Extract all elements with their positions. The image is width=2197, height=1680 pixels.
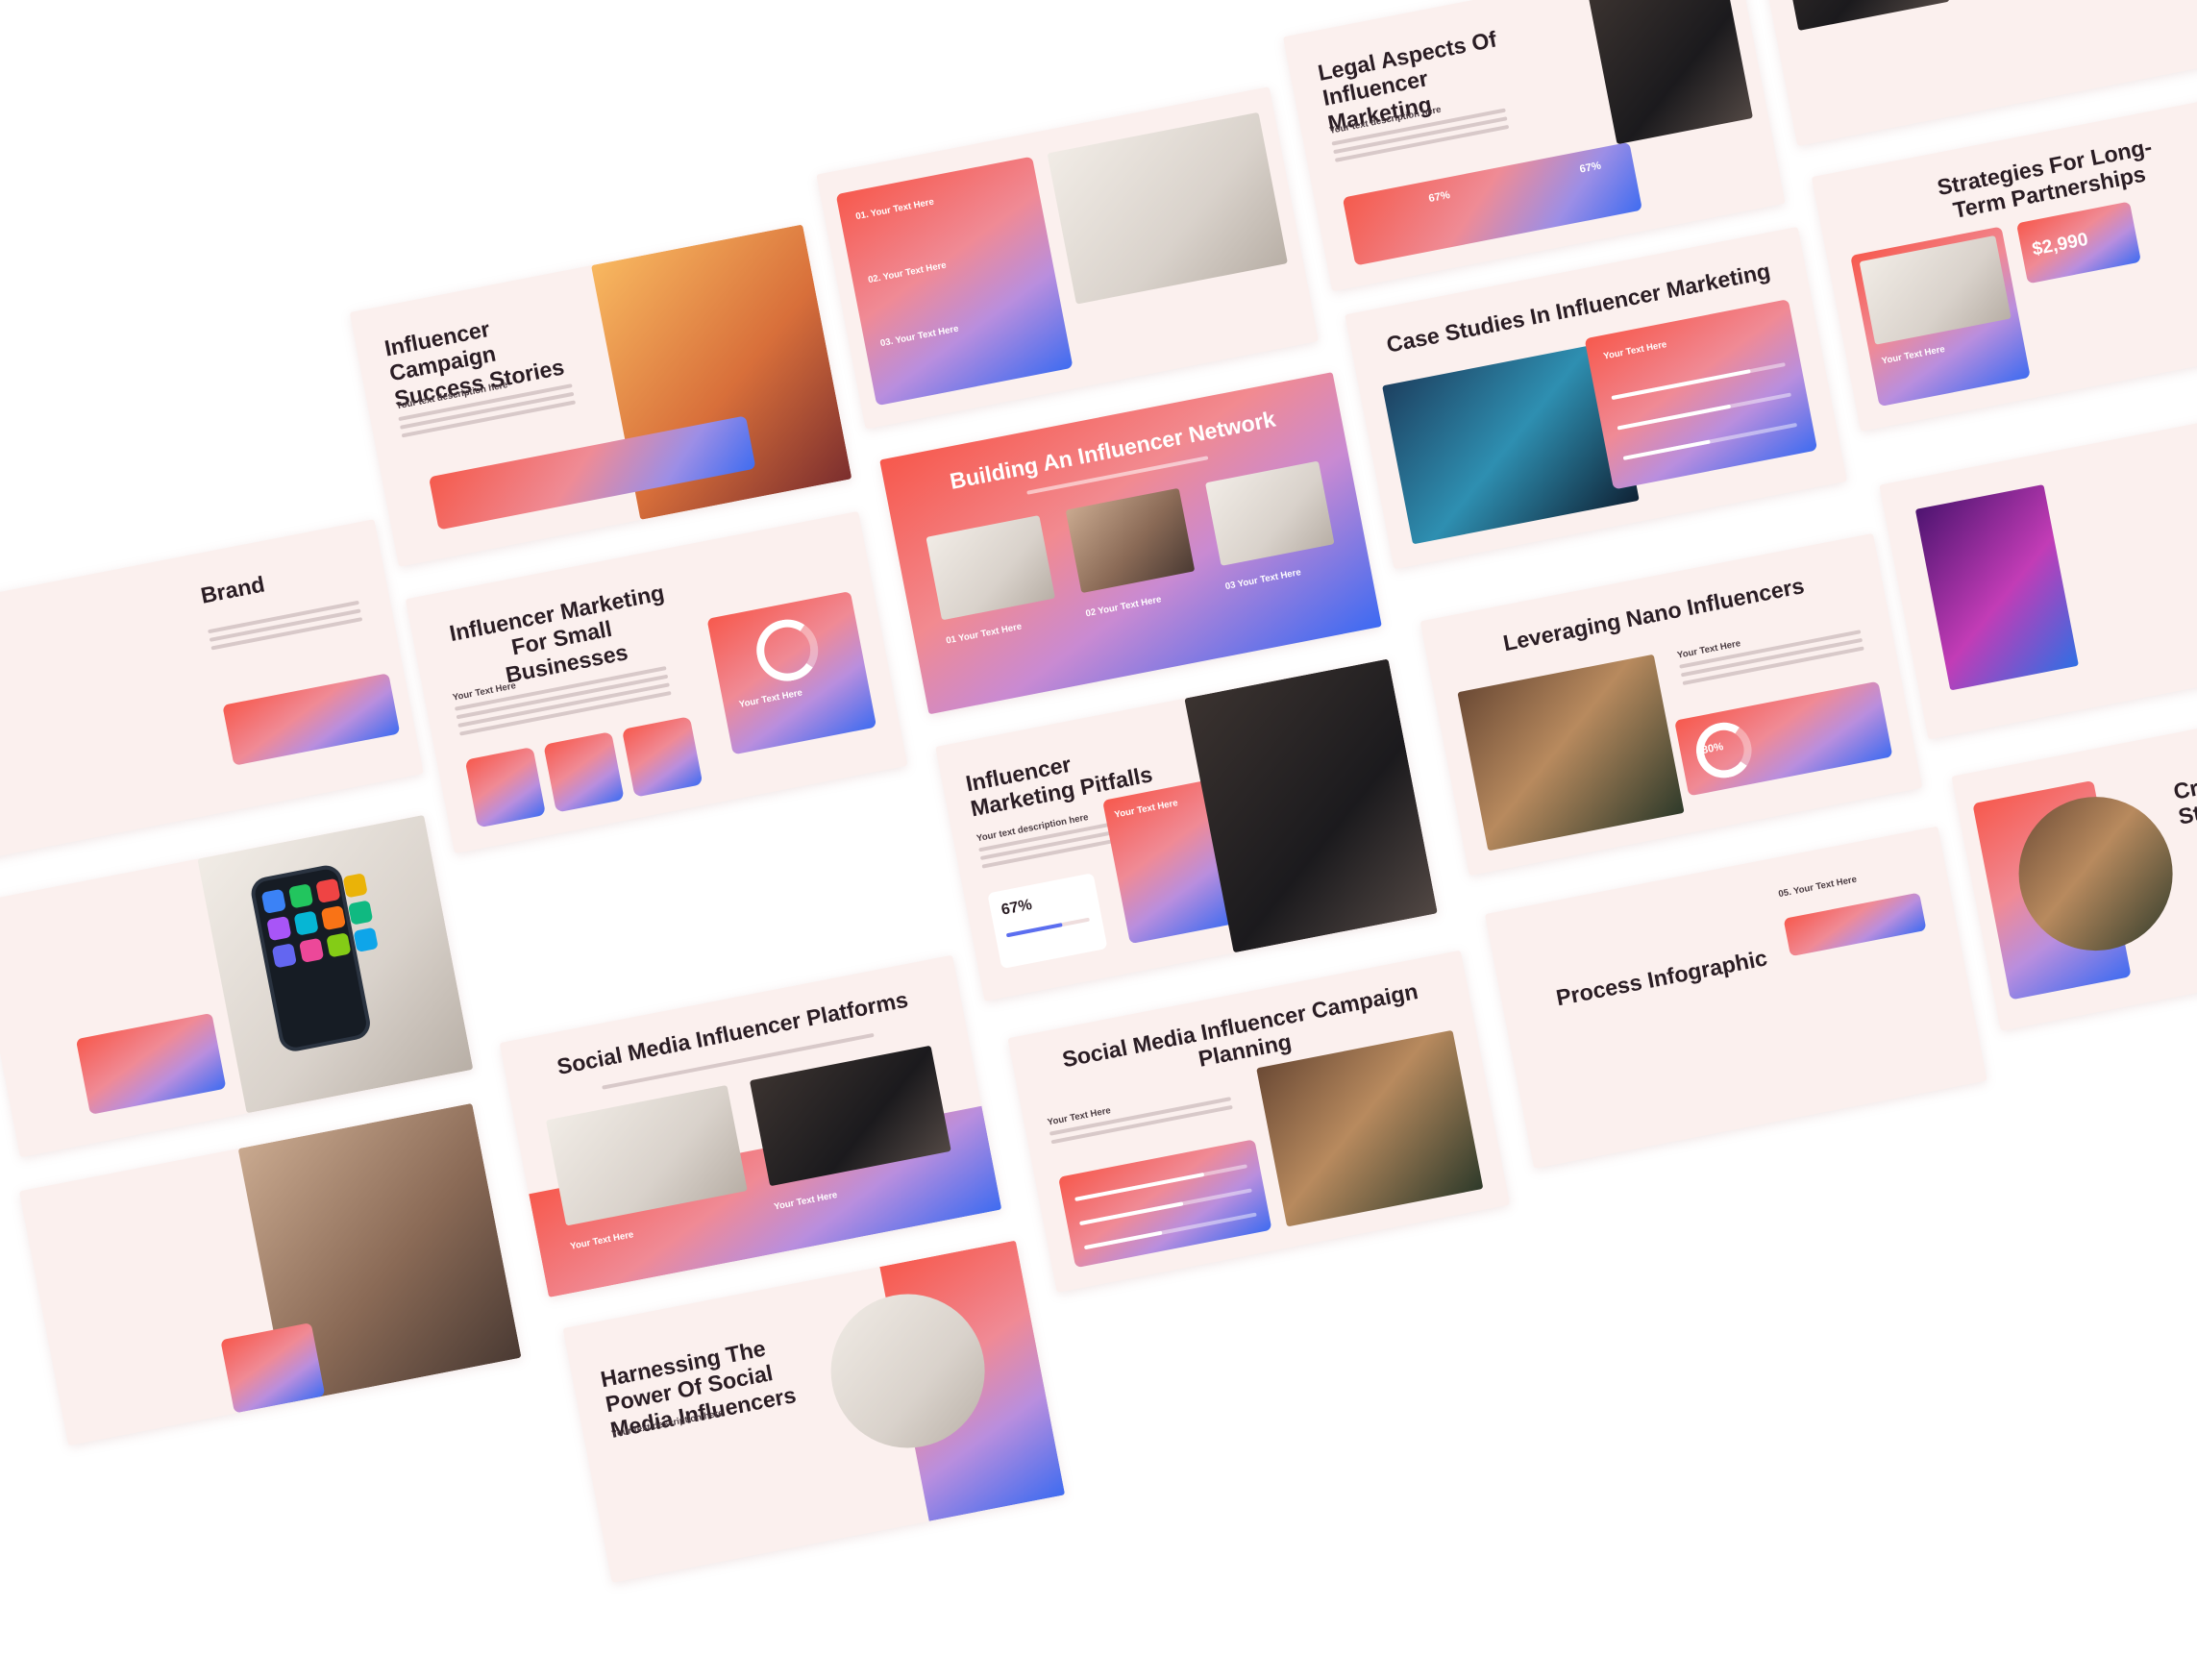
slide-title: Brand (198, 572, 267, 609)
target-icon (751, 614, 824, 687)
highlight-card: Your Text Here (706, 591, 877, 755)
slide-platforms: Social Media Influencer Platforms Your T… (499, 954, 1002, 1297)
network-item-3: 03 Your Text Here (1224, 566, 1302, 591)
card-label: Your Text Here (1602, 338, 1668, 362)
slide-title: Cr St (2171, 776, 2197, 830)
stat-bar-2 (1617, 392, 1792, 431)
item-label: Your Text Here (1236, 566, 1302, 590)
item-label: Your Text Here (1097, 593, 1163, 617)
network-item-2: 02 Your Text Here (1085, 594, 1163, 619)
accent-block (220, 1322, 326, 1414)
slide-small-business: Influencer Marketing For Small Businesse… (405, 510, 908, 854)
slide-mosaic: Brand Influencer Campaign Success Storie… (0, 0, 2197, 1583)
slide-pink-portrait (1879, 397, 2197, 740)
item-number: 03 (1223, 579, 1237, 592)
step-label: Your Text Here (1792, 873, 1858, 897)
item-number: 01 (945, 632, 957, 647)
item-label: Your Text Here (957, 620, 1023, 644)
card-label: Your Text Here (737, 686, 803, 710)
slide-pitfalls: Influencer Marketing Pitfalls Your text … (935, 658, 1438, 1001)
slide-campaign-success: Influencer Campaign Success Stories Your… (349, 224, 852, 567)
network-photo-2 (1065, 487, 1196, 594)
slide-harnessing: Harnessing The Power Of Social Media Inf… (562, 1240, 1066, 1583)
text-placeholder (208, 600, 363, 655)
slide-title: Strategies For Long-Term Partnerships (1935, 135, 2155, 224)
stats-panel: 67% 67% (1342, 141, 1642, 266)
phone-photo (1775, 0, 1950, 31)
desk-photo (1047, 111, 1288, 305)
step-number: 05. (1777, 886, 1792, 900)
item-label: Your Text Here (894, 322, 960, 346)
stat-bar (1005, 917, 1090, 938)
feature-card-1 (464, 747, 547, 828)
stat-value-a: 67% (1427, 187, 1451, 205)
feature-card-3 (621, 716, 704, 798)
item-label: Your Text Here (881, 259, 948, 283)
slide-woman-laptop (18, 1102, 522, 1446)
slide-campaign-planning: Social Media Influencer Campaign Plannin… (1007, 950, 1511, 1293)
process-step: 05. Your Text Here (1777, 874, 1857, 900)
list-item-2: 02. Your Text Here (867, 259, 947, 285)
stat-bar-3 (1622, 422, 1798, 460)
price-value: $2,990 (2030, 228, 2090, 260)
item-number: 02 (1084, 605, 1098, 619)
text-placeholder (1679, 630, 1865, 690)
item-number: 02. (867, 272, 882, 285)
price-card: $2,990 (2015, 201, 2141, 284)
phone-photo (1588, 0, 1753, 145)
dinner-photo (1457, 654, 1685, 852)
item-number: 01. (854, 209, 870, 222)
slide-numbered-list: 01. Your Text Here 02. Your Text Here 03… (816, 86, 1319, 430)
team-meeting-photo (1256, 1029, 1484, 1227)
stat-card: 80% (1674, 680, 1893, 797)
item-number: 03. (878, 335, 895, 349)
slide-network: Building An Influencer Network 01 Your T… (879, 372, 1382, 715)
slide-strategies: Strategies For Long-Term Partnerships Yo… (1811, 88, 2197, 432)
network-photo-3 (1204, 460, 1335, 566)
info-card (75, 1012, 227, 1115)
stats-banner (429, 415, 756, 531)
slide-case-studies: Case Studies In Influencer Marketing You… (1345, 226, 1847, 570)
item-label: Your Text Here (869, 195, 935, 219)
info-card (222, 673, 401, 766)
stat-percent: 67% (1000, 896, 1034, 919)
stat-card: 67% (987, 873, 1108, 970)
text-placeholder (1049, 1097, 1234, 1149)
slide-phone-apps (0, 814, 474, 1158)
slide-title: Process Infographic (1554, 946, 1770, 1011)
stats-card: Your Text Here (1584, 299, 1818, 490)
slide-process: Process Infographic 05. Your Text Here (1484, 826, 1987, 1169)
list-item-3: 03. Your Text Here (879, 323, 959, 349)
list-item-1: 01. Your Text Here (854, 196, 934, 222)
network-item-1: 01 Your Text Here (945, 621, 1023, 646)
step-arrow (1783, 892, 1927, 957)
slide-nano: Leveraging Nano Influencers Your Text He… (1419, 532, 1923, 877)
stat-value-b: 67% (1578, 159, 1602, 176)
network-photo-1 (926, 515, 1056, 621)
slide-cr-partial: Cr St (1951, 688, 2197, 1031)
slide-brand-partial: Brand (0, 519, 424, 862)
strategy-photo (1859, 235, 2012, 345)
card-label: Your Text Here (1113, 797, 1179, 821)
numbered-panel: 01. Your Text Here 02. Your Text Here 03… (835, 156, 1074, 407)
text-label: Your Text Here (1880, 343, 1946, 366)
feature-card-2 (543, 731, 625, 813)
progress-card (1058, 1139, 1272, 1269)
portrait-photo (1914, 484, 2079, 691)
strategy-card: Your Text Here (1850, 226, 2031, 408)
stat-bar-1 (1611, 362, 1786, 401)
